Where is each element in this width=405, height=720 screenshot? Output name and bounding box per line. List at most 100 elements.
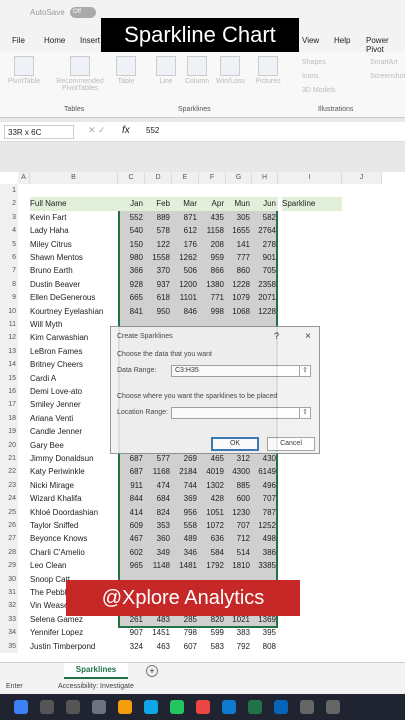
value-cell[interactable]: 122 <box>145 238 172 251</box>
row-header[interactable]: 19 <box>0 425 18 439</box>
name-cell[interactable]: Nicki Mirage <box>30 479 118 492</box>
column-header[interactable]: E <box>172 172 199 184</box>
tab-home[interactable]: Home <box>44 36 65 45</box>
pivottable-button[interactable]: PivotTable <box>6 56 42 85</box>
name-cell[interactable]: Jimmy Donaldsun <box>30 452 118 465</box>
file-explorer-icon[interactable] <box>118 700 132 714</box>
name-cell[interactable]: LeBron Fames <box>30 345 118 358</box>
sparkline-cell[interactable] <box>278 492 342 505</box>
shapes-item[interactable]: Shapes <box>302 56 335 70</box>
row-header[interactable]: 11 <box>0 318 18 332</box>
value-cell[interactable]: 998 <box>199 305 226 318</box>
column-header[interactable]: J <box>342 172 382 184</box>
sparkline-cell[interactable] <box>278 224 342 237</box>
sparkline-column-button[interactable]: Column <box>182 56 212 85</box>
name-cell[interactable]: Britney Cheers <box>30 358 118 371</box>
value-cell[interactable]: 6149 <box>252 465 278 478</box>
row-header[interactable]: 13 <box>0 344 18 359</box>
value-cell[interactable]: 552 <box>118 211 145 224</box>
name-cell[interactable]: Kim Carwashian <box>30 331 118 344</box>
value-cell[interactable]: 2764 <box>252 224 278 237</box>
header-month[interactable]: Mar <box>172 197 199 211</box>
name-cell[interactable]: Kevin Fart <box>30 211 118 224</box>
value-cell[interactable]: 871 <box>172 211 199 224</box>
row-header[interactable]: 9 <box>0 291 18 305</box>
value-cell[interactable]: 687 <box>118 465 145 478</box>
value-cell[interactable]: 600 <box>226 492 252 505</box>
name-cell[interactable]: Yennifer Lopez <box>30 626 118 639</box>
value-cell[interactable]: 1200 <box>172 278 199 291</box>
sparkline-cell[interactable] <box>278 640 342 653</box>
sparkline-cell[interactable] <box>278 626 342 639</box>
value-cell[interactable]: 141 <box>226 238 252 251</box>
row-header[interactable]: 28 <box>0 545 18 560</box>
name-cell[interactable]: Gary Bee <box>30 439 118 452</box>
excel-icon[interactable] <box>248 700 262 714</box>
sparkline-cell[interactable] <box>278 506 342 519</box>
value-cell[interactable]: 937 <box>145 278 172 291</box>
accessibility-status[interactable]: Accessibility: Investigate <box>58 683 134 690</box>
header-month[interactable]: Jun <box>252 197 278 211</box>
value-cell[interactable]: 1079 <box>226 291 252 304</box>
value-cell[interactable]: 1068 <box>226 305 252 318</box>
sparkline-cell[interactable] <box>278 264 342 277</box>
row-header[interactable]: 29 <box>0 559 18 573</box>
value-cell[interactable]: 1228 <box>252 305 278 318</box>
value-cell[interactable]: 386 <box>252 546 278 559</box>
row-header[interactable]: 24 <box>0 492 18 506</box>
column-header[interactable]: I <box>278 172 342 184</box>
value-cell[interactable]: 618 <box>145 291 172 304</box>
search-icon[interactable] <box>40 700 54 714</box>
value-cell[interactable]: 324 <box>118 640 145 653</box>
value-cell[interactable]: 430 <box>252 452 278 465</box>
icons-item[interactable]: Icons <box>302 70 335 84</box>
value-cell[interactable]: 612 <box>172 224 199 237</box>
row-header[interactable]: 15 <box>0 371 18 385</box>
name-cell[interactable]: Justin Timberpond <box>30 640 118 653</box>
value-cell[interactable]: 428 <box>199 492 226 505</box>
row-header[interactable]: 3 <box>0 210 18 225</box>
column-header[interactable]: H <box>252 172 278 184</box>
value-cell[interactable]: 889 <box>145 211 172 224</box>
value-cell[interactable]: 578 <box>145 224 172 237</box>
recommended-pivottables-button[interactable]: Recommended PivotTables <box>50 56 110 92</box>
sparkline-cell[interactable] <box>278 519 342 532</box>
value-cell[interactable]: 808 <box>252 640 278 653</box>
value-cell[interactable]: 506 <box>172 264 199 277</box>
value-cell[interactable]: 965 <box>118 559 145 572</box>
autosave-toggle[interactable]: Off <box>70 7 96 18</box>
value-cell[interactable]: 846 <box>172 305 199 318</box>
table-button[interactable]: Table <box>114 56 138 85</box>
name-cell[interactable]: Katy Periwinkle <box>30 465 118 478</box>
sparkline-cell[interactable] <box>278 546 342 559</box>
value-cell[interactable]: 950 <box>145 305 172 318</box>
sparkline-cell[interactable] <box>278 211 342 224</box>
row-header[interactable]: 16 <box>0 385 18 399</box>
sparkline-cell[interactable] <box>278 305 342 318</box>
value-cell[interactable]: 1655 <box>226 224 252 237</box>
name-cell[interactable]: Candle Jenner <box>30 425 118 438</box>
value-cell[interactable]: 366 <box>118 264 145 277</box>
name-cell[interactable]: Dustin Beaver <box>30 278 118 291</box>
row-header[interactable]: 17 <box>0 398 18 412</box>
value-cell[interactable]: 498 <box>252 532 278 545</box>
row-header[interactable]: 33 <box>0 612 18 627</box>
tab-view[interactable]: View <box>302 36 319 45</box>
value-cell[interactable]: 2184 <box>172 465 199 478</box>
name-cell[interactable]: Smiley Jenner <box>30 398 118 411</box>
value-cell[interactable]: 885 <box>226 479 252 492</box>
cancel-button[interactable]: Cancel <box>267 437 315 451</box>
value-cell[interactable]: 305 <box>226 211 252 224</box>
value-cell[interactable]: 771 <box>199 291 226 304</box>
value-cell[interactable]: 582 <box>252 211 278 224</box>
widgets-icon[interactable] <box>92 700 106 714</box>
value-cell[interactable]: 370 <box>145 264 172 277</box>
value-cell[interactable]: 860 <box>226 264 252 277</box>
sparkline-cell[interactable] <box>278 532 342 545</box>
tab-file[interactable]: File <box>12 36 25 45</box>
location-range-input[interactable] <box>171 407 311 419</box>
name-cell[interactable]: Khloé Doordashian <box>30 506 118 519</box>
name-cell[interactable]: Kourtney Eyelashian <box>30 305 118 318</box>
row-header[interactable]: 25 <box>0 505 18 519</box>
column-header[interactable]: D <box>145 172 172 184</box>
